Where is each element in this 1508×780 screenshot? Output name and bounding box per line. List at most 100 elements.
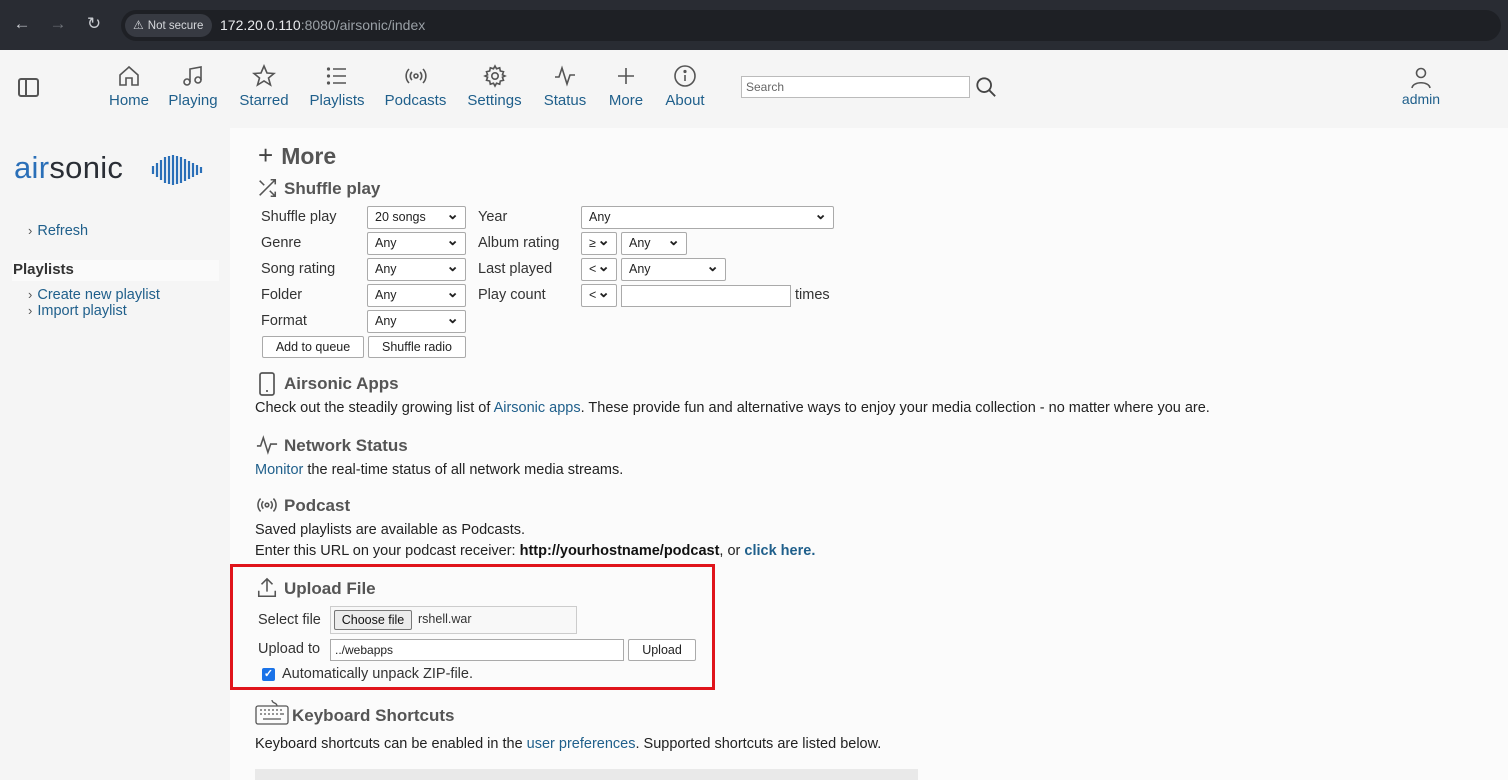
list-icon — [326, 67, 346, 85]
podcast-line2: Enter this URL on your podcast receiver:… — [255, 543, 816, 559]
main-content: + More Shuffle play Shuffle play 20 songs… — [230, 128, 1508, 780]
airsonic-logo[interactable]: airsonic — [14, 150, 203, 186]
last-played-select[interactable]: Any — [621, 257, 726, 281]
folder-select[interactable]: Any — [367, 283, 466, 307]
shuffle-radio-button[interactable]: Shuffle radio — [368, 336, 466, 358]
apps-heading: Airsonic Apps — [259, 372, 399, 396]
pulse-icon — [555, 65, 575, 87]
podcast-heading: Podcast — [257, 496, 350, 516]
playlists-heading: Playlists — [12, 260, 219, 281]
last-played-operator-select[interactable]: < — [581, 257, 617, 281]
pulse-icon — [256, 435, 278, 455]
podcast-line1: Saved playlists are available as Podcast… — [255, 522, 526, 538]
select-file-label: Select file — [258, 612, 321, 628]
folder-label: Folder — [261, 287, 303, 303]
play-count-label: Play count — [478, 287, 546, 303]
shuffle-play-label: Shuffle play — [261, 209, 337, 225]
search-icon[interactable] — [975, 76, 997, 98]
nav-settings[interactable]: Settings — [464, 64, 525, 109]
search-input[interactable] — [741, 76, 970, 98]
shuffle-count-select[interactable]: 20 songs — [367, 205, 466, 229]
genre-label: Genre — [261, 235, 302, 251]
times-label: times — [795, 287, 830, 303]
plus-icon — [618, 68, 634, 84]
create-playlist-link[interactable]: › Create new playlist — [28, 287, 160, 303]
user-menu[interactable]: admin — [1398, 66, 1444, 107]
shuffle-icon — [259, 178, 277, 198]
left-panel: airsonic › Refresh Playlists › Create new … — [0, 128, 228, 780]
upload-button[interactable]: Upload — [628, 639, 696, 661]
info-icon — [674, 65, 696, 87]
keyboard-icon — [255, 699, 289, 725]
reload-icon[interactable]: ↻ — [83, 13, 105, 35]
apps-text: Check out the steadily growing list of A… — [255, 400, 1210, 416]
page-title: + More — [258, 140, 337, 170]
shuffle-heading: Shuffle play — [259, 178, 380, 199]
address-bar[interactable]: ⚠ Not secure 172.20.0.110:8080/airsonic/i… — [121, 10, 1501, 41]
keyboard-shortcuts-heading: Keyboard Shortcuts — [255, 699, 454, 726]
format-select[interactable]: Any — [367, 309, 466, 333]
nav-status[interactable]: Status — [541, 64, 589, 109]
back-arrow-icon[interactable]: ← — [11, 13, 33, 35]
nav-playlists[interactable]: Playlists — [307, 64, 367, 109]
monitor-link[interactable]: Monitor — [255, 462, 303, 478]
album-rating-select[interactable]: Any — [621, 231, 687, 255]
upload-icon — [257, 577, 277, 598]
security-indicator[interactable]: ⚠ Not secure — [125, 14, 213, 37]
podcast-icon — [404, 68, 427, 84]
file-input[interactable]: Choose file rshell.war — [330, 606, 577, 634]
upload-heading: Upload File — [257, 577, 376, 599]
keyboard-shortcuts-text: Keyboard shortcuts can be enabled in the… — [255, 736, 882, 752]
soundwave-logo-icon — [151, 155, 203, 185]
last-played-label: Last played — [478, 261, 553, 277]
unpack-zip-checkbox[interactable]: ✓ — [262, 668, 275, 681]
click-here-link[interactable]: click here. — [744, 543, 815, 559]
nav-playing[interactable]: Playing — [166, 64, 220, 109]
song-rating-select[interactable]: Any — [367, 257, 466, 281]
nav-more[interactable]: More — [606, 64, 646, 109]
year-label: Year — [478, 209, 508, 225]
chevron-right-icon: › — [28, 223, 33, 238]
song-rating-label: Song rating — [261, 261, 336, 277]
user-preferences-link[interactable]: user preferences — [527, 736, 636, 752]
import-playlist-link[interactable]: › Import playlist — [28, 303, 127, 319]
upload-to-input[interactable]: ../webapps — [330, 639, 624, 661]
star-icon — [252, 64, 276, 87]
play-count-input[interactable] — [621, 285, 791, 307]
nav-home[interactable]: Home — [107, 64, 151, 109]
plus-icon: + — [258, 140, 274, 170]
year-select[interactable]: Any — [581, 205, 834, 229]
sidebar-toggle-icon[interactable] — [18, 78, 39, 97]
network-status-heading: Network Status — [256, 435, 408, 456]
unpack-zip-label: Automatically unpack ZIP-file. — [282, 666, 473, 682]
format-label: Format — [261, 313, 307, 329]
phone-icon — [259, 372, 275, 396]
nav-podcasts[interactable]: Podcasts — [383, 64, 448, 109]
user-icon — [1411, 67, 1431, 89]
genre-select[interactable]: Any — [367, 231, 466, 255]
add-to-queue-button[interactable]: Add to queue — [262, 336, 364, 358]
warning-triangle-icon: ⚠ — [133, 18, 144, 32]
network-status-text: Monitor the real-time status of all netw… — [255, 462, 624, 478]
home-icon — [119, 65, 139, 86]
refresh-link[interactable]: › Refresh — [28, 223, 88, 239]
gear-icon — [482, 64, 507, 88]
play-count-operator-select[interactable]: < — [581, 283, 617, 307]
music-note-icon — [183, 66, 202, 86]
choose-file-button[interactable]: Choose file — [334, 610, 412, 630]
nav-starred[interactable]: Starred — [237, 64, 291, 109]
album-rating-label: Album rating — [478, 235, 560, 251]
forward-arrow-icon[interactable]: → — [47, 13, 69, 35]
airsonic-apps-link[interactable]: Airsonic apps — [494, 400, 581, 416]
selected-file-name: rshell.war — [418, 612, 472, 626]
chevron-right-icon: › — [28, 303, 33, 318]
shortcuts-table-header — [255, 769, 918, 780]
nav-about[interactable]: About — [663, 64, 707, 109]
album-rating-operator-select[interactable]: ≥ — [581, 231, 617, 255]
chevron-right-icon: › — [28, 287, 33, 302]
podcast-url: http://yourhostname/podcast — [519, 543, 720, 559]
url-text[interactable]: 172.20.0.110:8080/airsonic/index — [220, 17, 425, 33]
podcast-icon — [257, 498, 277, 512]
browser-toolbar: ← → ↻ ⚠ Not secure 172.20.0.110:8080/airs… — [0, 0, 1508, 50]
upload-to-label: Upload to — [258, 641, 321, 657]
